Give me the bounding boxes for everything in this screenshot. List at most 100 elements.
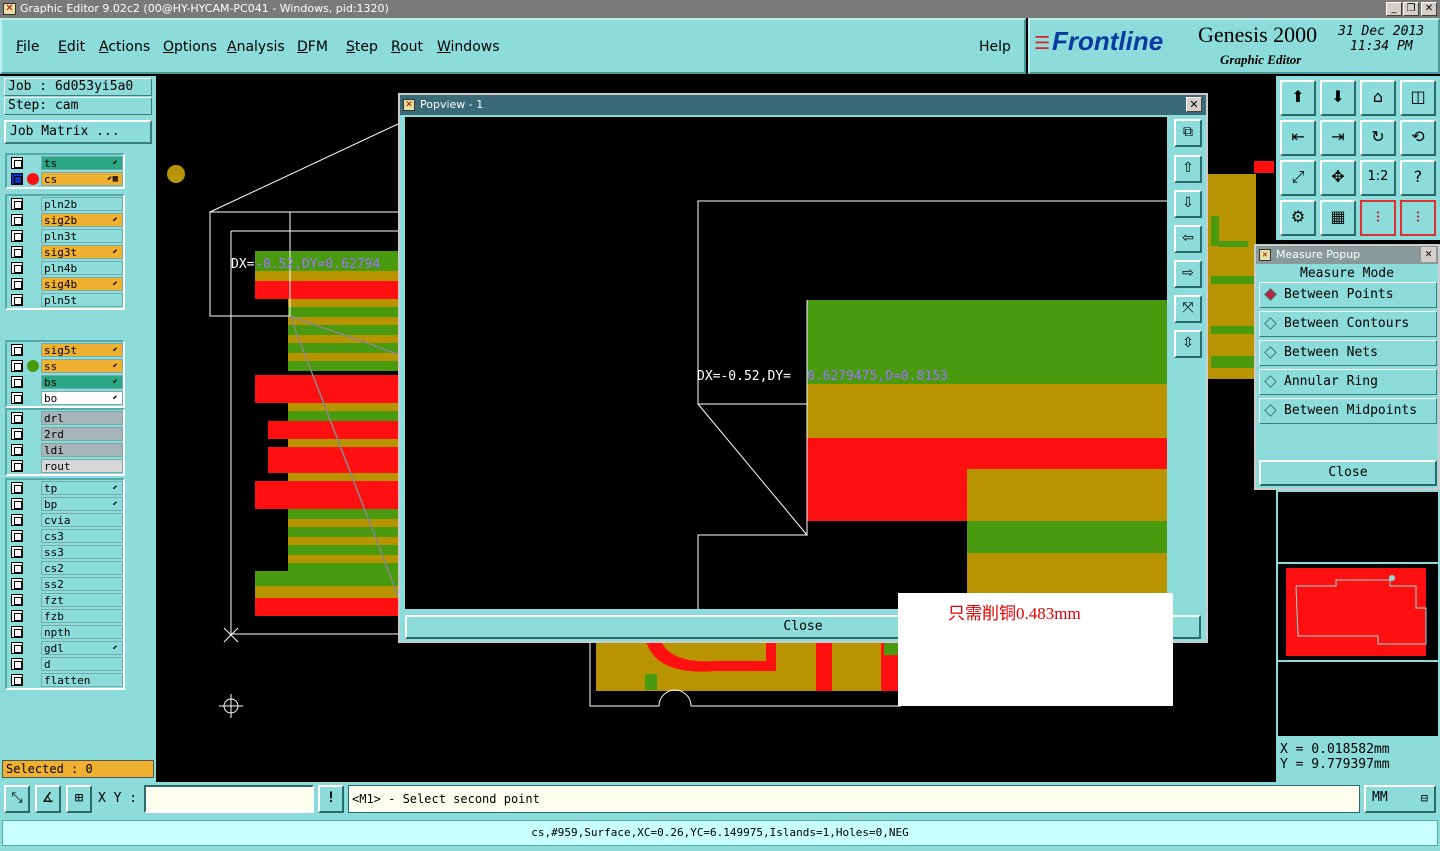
menu-windows[interactable]: Windows — [437, 39, 500, 55]
maximize-button[interactable]: ❐ — [1403, 2, 1419, 16]
popview-pan-left-icon[interactable]: ⇦ — [1174, 225, 1202, 253]
layer-name[interactable]: cvia — [41, 513, 123, 527]
layer-checkbox[interactable] — [11, 530, 23, 542]
measure-option[interactable]: Between Points — [1259, 282, 1437, 308]
popview-pan-down-icon[interactable]: ⇩ — [1174, 190, 1202, 218]
grid-snap-icon[interactable]: ⊞ — [66, 785, 92, 813]
layer-name[interactable]: fzb — [41, 609, 123, 623]
layer-checkbox[interactable] — [11, 562, 23, 574]
layer-name[interactable]: pln3t — [41, 229, 123, 243]
layer-checkbox[interactable] — [11, 392, 23, 404]
layer-row-pln4b[interactable]: pln4b — [7, 260, 123, 276]
layer-name[interactable]: pln5t — [41, 293, 123, 307]
layer-row-drl[interactable]: drl — [7, 410, 123, 426]
layer-checkbox[interactable] — [11, 658, 23, 670]
layer-row-ldi[interactable]: ldi — [7, 442, 123, 458]
layer-checkbox[interactable] — [11, 626, 23, 638]
layer-name[interactable]: drl — [41, 411, 123, 425]
layer-name[interactable]: fzt — [41, 593, 123, 607]
layer-name[interactable]: ss3 — [41, 545, 123, 559]
pan-right-icon[interactable]: ⇥ — [1320, 120, 1356, 156]
layer-checkbox[interactable] — [11, 157, 23, 169]
layer-checkbox[interactable] — [11, 344, 23, 356]
layer-row-bp[interactable]: bp ⬋ — [7, 496, 123, 512]
layer-checkbox[interactable] — [11, 230, 23, 242]
menu-step[interactable]: Step — [346, 39, 378, 55]
zoom-fit-icon[interactable]: ⤢ — [1280, 160, 1316, 196]
layer-row-rout[interactable]: rout — [7, 458, 123, 474]
layer-checkbox[interactable] — [11, 460, 23, 472]
refresh-icon[interactable]: ⟲ — [1400, 120, 1436, 156]
layer-row-flatten[interactable]: flatten — [7, 672, 123, 688]
layer-row-cs2[interactable]: cs2 — [7, 560, 123, 576]
layer-name[interactable]: sig4b ⬋ — [41, 277, 123, 291]
measure-option[interactable]: Between Contours — [1259, 311, 1437, 337]
menu-analysis[interactable]: Analysis — [227, 39, 285, 55]
layer-name[interactable]: ts ⬋ — [41, 156, 123, 170]
layer-name[interactable]: d — [41, 657, 123, 671]
layer-row-ss[interactable]: ss ⬋ — [7, 358, 123, 374]
layer-checkbox[interactable] — [11, 546, 23, 558]
redraw-icon[interactable]: ↻ — [1360, 120, 1396, 156]
layer-name[interactable]: sig5t ⬋ — [41, 343, 123, 357]
layer-checkbox[interactable] — [11, 360, 23, 372]
minimize-button[interactable]: _ — [1386, 2, 1402, 16]
layer-checkbox[interactable] — [11, 412, 23, 424]
layer-row-sig2b[interactable]: sig2b ⬋ — [7, 212, 123, 228]
menu-dfm[interactable]: DFM — [297, 39, 328, 55]
layer-name[interactable]: bp ⬋ — [41, 497, 123, 511]
layer-checkbox[interactable] — [11, 498, 23, 510]
layer-name[interactable]: gdl ⬋ — [41, 641, 123, 655]
layer-name[interactable]: npth — [41, 625, 123, 639]
layer-name[interactable]: cs3 — [41, 529, 123, 543]
layer-checkbox[interactable] — [11, 246, 23, 258]
layer-row-bs[interactable]: bs ⬋ — [7, 374, 123, 390]
layer-row-sig4b[interactable]: sig4b ⬋ — [7, 276, 123, 292]
layer-name[interactable]: tp ⬋ — [41, 481, 123, 495]
menu-file[interactable]: File — [16, 39, 39, 55]
layer-checkbox[interactable] — [11, 294, 23, 306]
units-select[interactable]: MM ⊟ — [1364, 785, 1436, 813]
grid-icon[interactable]: ▦ — [1320, 200, 1356, 236]
zoom-center-icon[interactable]: ✥ — [1320, 160, 1356, 196]
layer-checkbox[interactable] — [11, 428, 23, 440]
popview-close-icon[interactable]: ✕ — [1186, 97, 1202, 112]
zoom-home-icon[interactable]: ⬆ — [1280, 80, 1316, 116]
layer-name[interactable]: sig3t ⬋ — [41, 245, 123, 259]
layer-row-cs[interactable]: cs ⬋▦ — [7, 171, 123, 187]
layer-checkbox[interactable] — [11, 214, 23, 226]
layer-row-pln2b[interactable]: pln2b — [7, 196, 123, 212]
layer-row-tp[interactable]: tp ⬋ — [7, 480, 123, 496]
zoom-down-icon[interactable]: ⬇ — [1320, 80, 1356, 116]
layer-checkbox[interactable] — [11, 674, 23, 686]
menu-help[interactable]: Help — [979, 39, 1011, 55]
popview-pan-up-icon[interactable]: ⇧ — [1174, 155, 1202, 183]
layer-checkbox[interactable] — [11, 610, 23, 622]
layer-name[interactable]: ss ⬋ — [41, 359, 123, 373]
popview-drawing[interactable]: DX=-0.52,DY= 0.6279475,D=0.8153 — [405, 117, 1167, 609]
home-icon[interactable]: ⌂ — [1360, 80, 1396, 116]
layer-row-ss2[interactable]: ss2 — [7, 576, 123, 592]
measure-close-button[interactable]: Close — [1259, 460, 1437, 486]
menu-edit[interactable]: Edit — [58, 39, 85, 55]
job-matrix-button[interactable]: Job Matrix ... — [4, 120, 152, 144]
popview-zoom-icon[interactable]: ⧉ — [1174, 119, 1202, 147]
layer-name[interactable]: bo ⬋ — [41, 391, 123, 405]
layer-checkbox[interactable] — [11, 594, 23, 606]
layer-row-fzb[interactable]: fzb — [7, 608, 123, 624]
pan-left-icon[interactable]: ⇤ — [1280, 120, 1316, 156]
popview-zoom-out-icon[interactable]: ⤧ — [1174, 295, 1202, 323]
xy-input[interactable] — [144, 785, 314, 813]
layer-checkbox[interactable] — [11, 278, 23, 290]
layer-checkbox[interactable] — [11, 578, 23, 590]
layer-row-bo[interactable]: bo ⬋ — [7, 390, 123, 406]
layer-name[interactable]: ldi — [41, 443, 123, 457]
measure-option[interactable]: Between Midpoints — [1259, 398, 1437, 424]
snap-diagonal-icon[interactable]: ⤡ — [4, 785, 30, 813]
layer-name[interactable]: pln4b — [41, 261, 123, 275]
traffic-light-icon[interactable]: ⁝ — [1360, 200, 1396, 236]
popview-pan-right-icon[interactable]: ⇨ — [1174, 260, 1202, 288]
measure-option[interactable]: Between Nets — [1259, 340, 1437, 366]
popview-canvas[interactable]: DX=-0.52,DY= 0.6279475,D=0.8153 — [405, 117, 1167, 609]
popview-fit-icon[interactable]: ⇳ — [1174, 330, 1202, 358]
